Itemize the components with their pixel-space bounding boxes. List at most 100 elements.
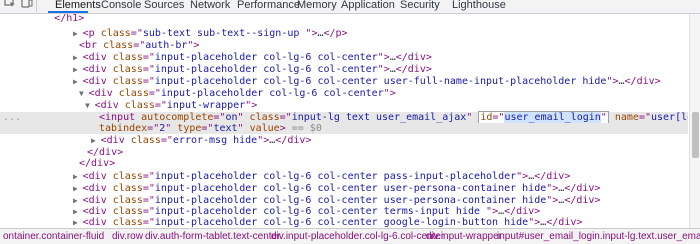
dom-token: <div	[82, 206, 113, 217]
dom-token: <div	[82, 64, 113, 75]
breadcrumb-item[interactable]: ontainer.container-fluid	[3, 230, 104, 243]
toolbar-divider	[36, 0, 37, 12]
dom-token: ">	[257, 135, 270, 146]
dom-token: == $0	[291, 123, 322, 134]
dom-token: </div>	[395, 64, 432, 75]
dom-token: ="	[213, 112, 226, 123]
dom-token: input-placeholder col-lg-6 col-center pa…	[154, 171, 517, 182]
dom-token: </div>	[564, 183, 601, 194]
dom-token: sub-text sub-text--sign-up	[142, 28, 306, 39]
tab-lighthouse[interactable]: Lighthouse	[452, 0, 506, 13]
expand-triangle-icon[interactable]: ▶	[73, 184, 83, 193]
dom-token: <div	[94, 100, 125, 111]
expand-triangle-icon[interactable]: ▶	[73, 196, 83, 205]
dom-token: ="	[130, 28, 143, 39]
breadcrumb-item[interactable]: div.input-wrapper	[426, 230, 502, 243]
dom-token: value	[249, 123, 280, 134]
dom-node-line[interactable]: </div>	[0, 158, 688, 169]
tab-performance[interactable]: Performance	[237, 0, 300, 13]
tab-application[interactable]: Application	[341, 0, 395, 13]
dom-node-line[interactable]: ▶ <div class="input-placeholder col-lg-6…	[0, 64, 688, 75]
expand-triangle-icon[interactable]: ▶	[73, 77, 83, 86]
dom-token: </div>	[87, 147, 124, 158]
dom-node-line[interactable]: ▶ <div class="input-placeholder col-lg-6…	[0, 52, 688, 63]
dom-node-line[interactable]: ▼ <div class="input-placeholder col-lg-6…	[0, 88, 688, 99]
dom-node-line[interactable]: ▼ <div class="input-wrapper">	[0, 100, 688, 111]
dom-token: input-placeholder col-lg-6 col-center te…	[154, 206, 487, 217]
dom-node-line[interactable]: ▶ <div class="input-placeholder col-lg-6…	[0, 76, 688, 87]
expand-triangle-icon[interactable]: ▶	[73, 29, 83, 38]
expand-triangle-icon[interactable]: ▶	[91, 136, 101, 145]
device-toolbar-icon[interactable]	[20, 0, 34, 10]
dom-tree[interactable]: </h1> ▶ <p class="sub-text sub-text--sign…	[0, 14, 688, 228]
dom-token: ="	[133, 40, 146, 51]
dom-node-line[interactable]: ▶ <div class="error-msg hide">…</div>	[0, 135, 688, 146]
dom-node-line[interactable]: ▶ <div class="input-placeholder col-lg-6…	[0, 217, 688, 228]
dom-node-line[interactable]: </h1>	[0, 14, 688, 24]
breadcrumb-item[interactable]: div.row	[112, 230, 143, 243]
dom-token: </div>	[275, 135, 312, 146]
tab-console[interactable]: Console	[101, 0, 141, 13]
dom-token: ="	[142, 64, 155, 75]
expand-triangle-icon[interactable]: ▶	[73, 218, 83, 227]
dom-token: class	[112, 76, 143, 87]
dom-token: ">	[528, 217, 541, 228]
dom-node-line[interactable]: ▶ <p class="sub-text sub-text--sign-up "…	[0, 28, 688, 39]
dom-token: ">	[377, 64, 390, 75]
dom-token: ="	[142, 195, 155, 206]
dom-token: on	[225, 112, 238, 123]
dom-token: input-placeholder col-lg-6 col-center us…	[154, 76, 607, 87]
devtools-tab-bar: Elements Console Sources Network Perform…	[0, 0, 700, 14]
inspect-element-icon[interactable]	[3, 0, 17, 10]
dom-node-line[interactable]: </div>	[0, 147, 688, 158]
dom-token: class	[112, 52, 143, 63]
selected-node-gutter-marker: ...	[3, 112, 22, 123]
expand-triangle-icon[interactable]: ▶	[73, 53, 83, 62]
tab-security[interactable]: Security	[400, 0, 440, 13]
dom-token: ">	[486, 206, 499, 217]
dom-token: ="	[492, 112, 505, 123]
dom-token: </div>	[504, 206, 541, 217]
dom-token: ="	[201, 123, 214, 134]
tab-sources[interactable]: Sources	[144, 0, 184, 13]
dom-token: "	[165, 123, 178, 134]
dom-node-line[interactable]: ▶ <div class="input-placeholder col-lg-6…	[0, 171, 688, 182]
dom-token: ">	[516, 171, 529, 182]
dom-token: "	[237, 123, 250, 134]
dom-token: ">	[377, 52, 390, 63]
dom-node-line[interactable]: ▶ <div class="input-placeholder col-lg-6…	[0, 206, 688, 217]
expand-triangle-icon[interactable]: ▶	[73, 65, 83, 74]
dom-token: >	[279, 123, 292, 134]
breadcrumb: ontainer.container-fluid div.row div.auth-…	[0, 228, 700, 244]
dom-token: input-placeholder col-lg-6 col-center	[160, 88, 384, 99]
dom-node-selected[interactable]: tabindex="2" type="text" value> == $0	[0, 123, 688, 134]
dom-node-selected[interactable]: <input autocomplete="on" class="input-lg…	[0, 111, 688, 124]
dom-token: ="	[142, 183, 155, 194]
dom-token: input-wrapper	[166, 100, 246, 111]
dom-token: </p>	[323, 28, 348, 39]
dom-token: ">	[305, 28, 318, 39]
scrollbar-thumb[interactable]	[692, 112, 699, 158]
dom-token: class	[124, 100, 155, 111]
expand-triangle-icon[interactable]: ▶	[73, 207, 83, 216]
dom-token: "	[466, 112, 479, 123]
id-attribute-value[interactable]: user_email_login	[504, 112, 601, 123]
tab-memory[interactable]: Memory	[297, 0, 337, 13]
dom-token: </div>	[534, 171, 571, 182]
dom-token: class	[112, 206, 143, 217]
dom-token: tabindex	[99, 123, 148, 134]
breadcrumb-item[interactable]: div.auth-form-tablet.text-center.	[145, 230, 283, 243]
dom-node-line[interactable]: ▶ <div class="input-placeholder col-lg-6…	[0, 195, 688, 206]
collapse-triangle-icon[interactable]: ▼	[85, 101, 95, 110]
dom-node-line[interactable]: <br class="auth-br">	[0, 40, 688, 51]
collapse-triangle-icon[interactable]: ▼	[79, 89, 89, 98]
breadcrumb-item-current[interactable]: input#user_email_login.input-lg.text.use…	[497, 230, 700, 243]
dom-token: name	[614, 112, 639, 123]
expand-triangle-icon[interactable]: ▶	[73, 172, 83, 181]
dom-token: type	[177, 123, 202, 134]
tab-network[interactable]: Network	[190, 0, 230, 13]
vertical-scrollbar[interactable]	[689, 14, 700, 228]
dom-node-line[interactable]: ▶ <div class="input-placeholder col-lg-6…	[0, 183, 688, 194]
dom-token: ">	[187, 40, 200, 51]
breadcrumb-item[interactable]: div.input-placeholder.col-lg-6.col-cente…	[271, 230, 444, 243]
